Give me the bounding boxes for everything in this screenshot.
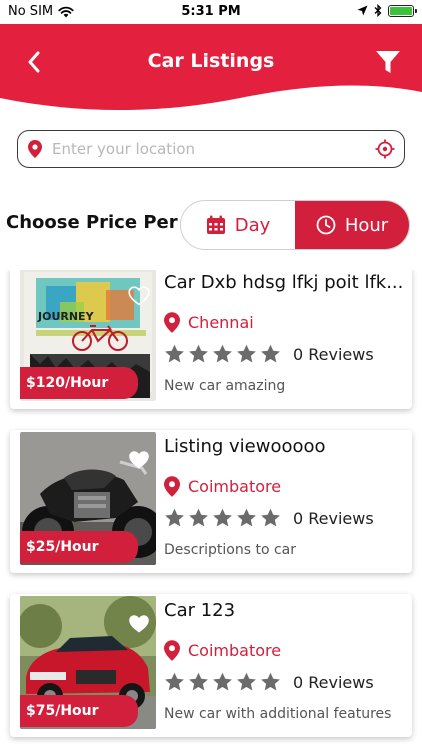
listing-description: New car amazing <box>164 378 286 394</box>
favorite-heart-icon[interactable] <box>128 614 150 634</box>
location-input[interactable] <box>52 140 366 158</box>
star-icon <box>261 508 280 527</box>
listing-card[interactable]: JOURNEY $120/Hour Car Dxb hdsg lfkj poit… <box>10 270 412 409</box>
current-location-button[interactable] <box>366 139 404 159</box>
hour-option[interactable]: Hour <box>295 201 409 249</box>
filter-button[interactable] <box>372 46 404 78</box>
page-title: Car Listings <box>147 50 275 72</box>
map-pin-icon <box>164 476 180 497</box>
map-pin-icon <box>164 640 180 661</box>
listings-list: JOURNEY $120/Hour Car Dxb hdsg lfkj poit… <box>0 270 422 750</box>
price-badge: $75/Hour <box>20 695 138 727</box>
favorite-heart-icon[interactable] <box>128 450 150 470</box>
location-arrow-icon <box>357 5 368 16</box>
star-icon <box>261 344 280 363</box>
calendar-icon <box>206 215 225 234</box>
day-option[interactable]: Day <box>181 201 295 249</box>
star-icon <box>189 344 208 363</box>
star-icon <box>165 672 184 691</box>
star-icon <box>237 672 256 691</box>
status-icons <box>357 4 417 17</box>
listing-location: Chennai <box>164 312 254 333</box>
filter-funnel-icon <box>376 51 400 73</box>
star-icon <box>189 508 208 527</box>
listing-location-text: Coimbatore <box>188 641 282 660</box>
review-count: 0 Reviews <box>293 344 374 364</box>
listing-location-text: Coimbatore <box>188 477 282 496</box>
star-icon <box>213 344 232 363</box>
star-icon <box>237 508 256 527</box>
favorite-heart-icon[interactable] <box>128 286 150 306</box>
listing-image: JOURNEY $120/Hour <box>20 270 156 401</box>
listing-description: New car with additional features <box>164 706 392 722</box>
crosshair-target-icon <box>375 139 395 159</box>
price-per-toggle: Day Hour <box>180 200 410 250</box>
star-rating: 0 Reviews <box>164 344 374 364</box>
battery-icon <box>388 4 417 17</box>
star-icon <box>189 672 208 691</box>
listing-location: Coimbatore <box>164 640 281 661</box>
day-option-label: Day <box>234 214 271 236</box>
listing-card[interactable]: $25/Hour Listing viewooooo Coimbatore 0 … <box>10 430 412 573</box>
star-icon <box>213 672 232 691</box>
listing-title: Listing viewooooo <box>164 436 326 457</box>
map-pin-icon <box>164 312 180 333</box>
status-bar: No SIM 5:31 PM <box>0 0 422 24</box>
review-count: 0 Reviews <box>293 672 374 692</box>
listing-title: Car 123 <box>164 600 236 621</box>
star-icon <box>165 344 184 363</box>
listing-image: $25/Hour <box>20 432 156 565</box>
star-icon <box>261 672 280 691</box>
review-count: 0 Reviews <box>293 508 374 528</box>
map-pin-icon <box>18 140 52 158</box>
listing-image: $75/Hour <box>20 596 156 729</box>
clock-icon <box>316 215 336 235</box>
star-rating: 0 Reviews <box>164 508 374 528</box>
listing-title: Car Dxb hdsg lfkj poit lfk... <box>164 272 404 293</box>
bluetooth-icon <box>374 4 382 17</box>
star-icon <box>165 508 184 527</box>
app-header: Car Listings <box>0 24 422 114</box>
location-search <box>17 130 405 168</box>
listing-description: Descriptions to car <box>164 542 297 558</box>
svg-text:JOURNEY: JOURNEY <box>37 310 95 323</box>
star-icon <box>237 344 256 363</box>
star-icon <box>213 508 232 527</box>
listing-card[interactable]: $75/Hour Car 123 Coimbatore 0 Reviews Ne… <box>10 594 412 737</box>
hour-option-label: Hour <box>344 214 389 236</box>
price-badge: $25/Hour <box>20 531 138 563</box>
listing-location-text: Chennai <box>188 313 254 332</box>
listing-location: Coimbatore <box>164 476 281 497</box>
price-badge: $120/Hour <box>20 367 138 399</box>
star-rating: 0 Reviews <box>164 672 374 692</box>
price-per-label: Choose Price Per <box>6 212 178 233</box>
